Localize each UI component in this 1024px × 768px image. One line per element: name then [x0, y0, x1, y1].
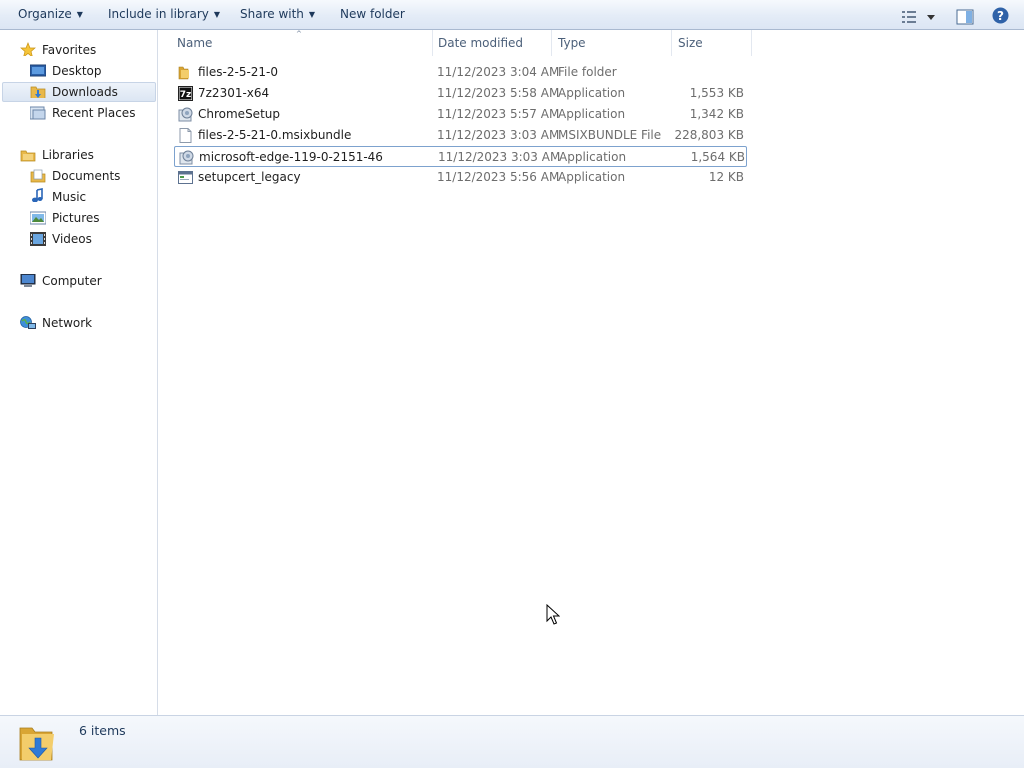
file-name: setupcert_legacy	[198, 170, 301, 184]
file-row[interactable]: ChromeSetup 11/12/2023 5:57 AM Applicati…	[174, 104, 747, 125]
app-window-icon	[178, 171, 193, 184]
nav-item-label: Downloads	[52, 85, 118, 99]
file-row[interactable]: files-2-5-21-0 11/12/2023 3:04 AM File f…	[174, 62, 747, 83]
dropdown-arrow-icon: ▼	[308, 10, 316, 19]
file-type: MSIXBUNDLE File	[558, 128, 662, 142]
dropdown-arrow-icon: ▼	[213, 10, 221, 19]
file-row[interactable]: setupcert_legacy 11/12/2023 5:56 AM Appl…	[174, 167, 747, 188]
file-size: 1,553 KB	[689, 86, 744, 100]
dropdown-arrow-icon: ▼	[76, 10, 83, 19]
nav-item-label: Pictures	[52, 211, 100, 225]
sort-ascending-icon: ^	[296, 30, 302, 38]
downloads-folder-icon	[30, 86, 46, 98]
nav-item-label: Videos	[52, 232, 92, 246]
change-view-button[interactable]	[901, 7, 937, 23]
column-header-label: Date modified	[438, 36, 524, 50]
mouse-cursor-icon	[546, 604, 560, 625]
column-header-date-modified[interactable]: Date modified	[432, 30, 552, 56]
libraries-icon	[20, 150, 36, 162]
file-date: 11/12/2023 5:56 AM	[437, 170, 560, 184]
installer-icon	[179, 150, 194, 165]
navigation-pane: Favorites Desktop Downloads Recent Place…	[0, 30, 158, 715]
file-size: 228,803 KB	[674, 128, 744, 142]
organize-label: Organize	[18, 7, 72, 21]
network-icon	[20, 316, 36, 329]
include-in-library-button[interactable]: Include in library ▼	[108, 0, 220, 29]
column-header-size[interactable]: Size	[672, 30, 752, 56]
help-icon: ?	[992, 7, 1009, 24]
7zip-icon: 7z	[178, 86, 193, 101]
file-name: files-2-5-21-0.msixbundle	[198, 128, 352, 142]
include-in-library-label: Include in library	[108, 7, 209, 21]
nav-network-label: Network	[42, 316, 93, 330]
desktop-icon	[30, 64, 46, 77]
new-folder-label: New folder	[340, 7, 405, 21]
videos-icon	[30, 232, 46, 246]
file-name: 7z2301-x64	[198, 86, 270, 100]
column-header-label: Type	[558, 36, 586, 50]
nav-item-label: Documents	[52, 169, 121, 183]
details-pane: 6 items	[0, 715, 1024, 768]
share-with-button[interactable]: Share with ▼	[240, 0, 315, 29]
organize-button[interactable]: Organize ▼	[18, 0, 83, 29]
downloads-folder-icon	[19, 727, 54, 761]
recent-places-icon	[30, 106, 46, 120]
column-header-label: Size	[678, 36, 703, 50]
file-date: 11/12/2023 5:57 AM	[437, 107, 560, 121]
file-type: Application	[559, 150, 627, 164]
file-row[interactable]: microsoft-edge-119-0-2151-46 11/12/2023 …	[174, 146, 747, 167]
file-list-view[interactable]: Name ^ Date modified Type Size files-2-5…	[159, 30, 1024, 715]
column-headers: Name ^ Date modified Type Size	[159, 30, 1024, 56]
nav-computer-label: Computer	[42, 274, 102, 288]
file-row[interactable]: files-2-5-21-0.msixbundle 11/12/2023 3:0…	[174, 125, 747, 146]
star-icon	[20, 42, 36, 56]
new-folder-button[interactable]: New folder	[340, 0, 405, 29]
nav-item-label: Desktop	[52, 64, 102, 78]
svg-text:7z: 7z	[180, 90, 192, 100]
file-row[interactable]: 7z 7z2301-x64 11/12/2023 5:58 AM Applica…	[174, 83, 747, 104]
file-icon	[179, 128, 192, 143]
nav-favorites-label: Favorites	[42, 43, 97, 57]
file-size: 1,564 KB	[690, 150, 745, 164]
computer-icon	[20, 274, 36, 287]
file-date: 11/12/2023 5:58 AM	[437, 86, 560, 100]
pictures-icon	[30, 211, 46, 225]
nav-libraries-label: Libraries	[42, 148, 94, 162]
help-button[interactable]: ?	[992, 6, 1009, 24]
file-name: ChromeSetup	[198, 107, 280, 121]
item-count: 6 items	[79, 723, 126, 738]
file-size: 1,342 KB	[689, 107, 744, 121]
file-name: microsoft-edge-119-0-2151-46	[199, 150, 383, 164]
preview-pane-icon	[956, 9, 974, 25]
documents-icon	[30, 169, 46, 183]
preview-pane-button[interactable]	[956, 7, 974, 25]
nav-item-label: Music	[52, 190, 87, 204]
svg-text:?: ?	[997, 9, 1004, 23]
share-with-label: Share with	[240, 7, 304, 21]
command-bar: Organize ▼ Include in library ▼ Share with…	[0, 0, 1024, 30]
file-type: File folder	[558, 65, 617, 79]
file-size: 12 KB	[708, 170, 744, 184]
column-header-label: Name	[177, 36, 213, 50]
installer-icon	[178, 107, 193, 122]
file-date: 11/12/2023 3:03 AM	[438, 150, 561, 164]
file-date: 11/12/2023 3:04 AM	[437, 65, 560, 79]
folder-icon	[178, 66, 189, 80]
file-type: Application	[558, 170, 626, 184]
nav-item-label: Recent Places	[52, 106, 136, 120]
column-header-name[interactable]: Name	[171, 30, 433, 56]
file-type: Application	[558, 86, 626, 100]
music-icon	[32, 188, 43, 202]
column-header-type[interactable]: Type	[552, 30, 672, 56]
file-type: Application	[558, 107, 626, 121]
file-name: files-2-5-21-0	[198, 65, 279, 79]
file-date: 11/12/2023 3:03 AM	[437, 128, 560, 142]
views-icon	[902, 11, 935, 23]
